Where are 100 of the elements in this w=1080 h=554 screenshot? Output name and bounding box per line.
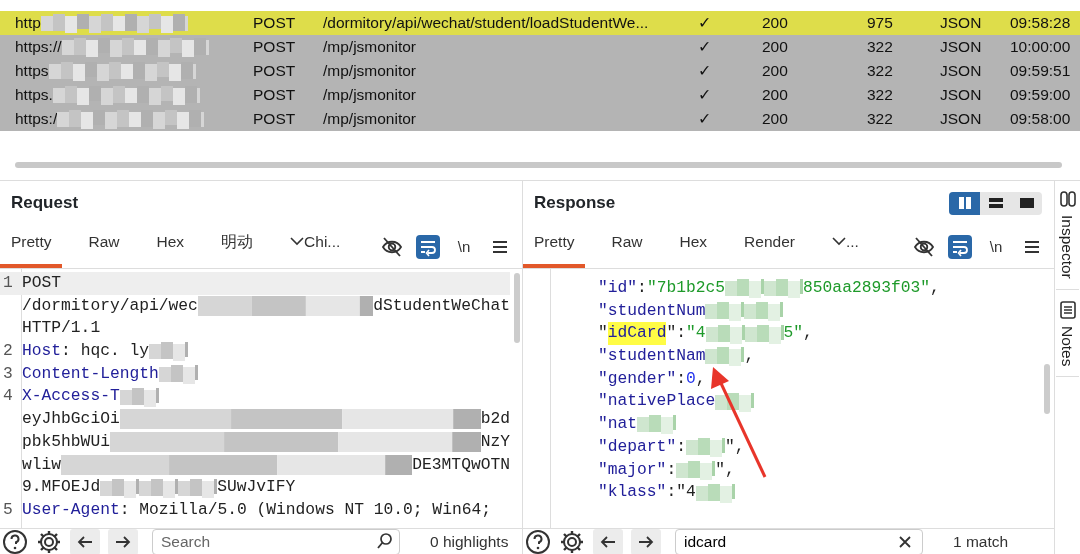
table-cell-text: 200	[762, 85, 789, 106]
search-field[interactable]: idcard	[675, 528, 923, 554]
hide-button[interactable]	[380, 235, 404, 259]
tab[interactable]: Raw	[77, 229, 131, 268]
redaction-blur	[637, 414, 677, 435]
table-cell-text: https.	[15, 85, 53, 106]
side-tab[interactable]: Notes	[1055, 325, 1080, 367]
menu-icon	[1023, 238, 1041, 256]
table-cell-text: /mp/jsmonitor	[323, 85, 418, 106]
settings-icon[interactable]	[559, 528, 585, 554]
search-icon	[376, 531, 394, 550]
scrollbar-thumb[interactable]	[1044, 364, 1050, 414]
code-text: : Mozilla/5.0 (Windows NT 10.0; Win64;	[119, 498, 491, 521]
redaction-blur	[178, 477, 218, 498]
code-text: :	[676, 367, 686, 390]
search-field[interactable]: Search	[152, 528, 400, 554]
tab[interactable]: 明动	[210, 229, 265, 268]
code-text: "7b1b2c5	[646, 277, 726, 299]
redaction-blur	[705, 301, 745, 322]
side-tab[interactable]: Inspector	[1055, 215, 1080, 279]
table-row[interactable]: http POST /dormitory/api/wechat/student/loadStudentWe... ✓ 200 975 JSON 09:58:28	[0, 11, 1080, 35]
redaction-blur	[725, 278, 765, 299]
code-text: :	[676, 435, 686, 458]
table-cell-text: /mp/jsmonitor	[323, 37, 418, 58]
forward-button[interactable]	[108, 528, 138, 554]
line-number: 1	[2, 272, 14, 294]
help-icon[interactable]	[525, 528, 551, 554]
redaction-blur	[744, 301, 784, 322]
redaction-blur	[100, 477, 140, 498]
table-cell-text: 322	[867, 109, 894, 130]
redaction-blur	[705, 346, 745, 367]
code-text: "klass"	[598, 481, 667, 504]
help-icon[interactable]	[2, 528, 28, 554]
tab[interactable]: ...	[820, 229, 870, 268]
hide-button[interactable]	[912, 235, 936, 259]
newline-button[interactable]: \n	[452, 235, 476, 259]
table-cell-text: /dormitory/api/wechat/student/loadStudentWe...	[323, 13, 650, 34]
tab[interactable]: Chi...	[279, 229, 352, 268]
code-text: "4	[685, 322, 706, 345]
code-text: ,	[930, 277, 940, 299]
code-text: "id"	[598, 277, 638, 299]
back-button[interactable]	[70, 528, 100, 554]
code-text: "	[598, 322, 608, 345]
redaction-blur	[715, 391, 755, 412]
tab[interactable]: Pretty	[523, 229, 586, 268]
check-mark: ✓	[698, 109, 712, 130]
code-text: 5"	[783, 322, 804, 345]
table-cell-text: 200	[762, 37, 789, 58]
check-mark: ✓	[698, 61, 712, 82]
tab[interactable]: Hex	[668, 229, 719, 268]
code-text: pbk5hbWUi	[22, 430, 110, 453]
tab[interactable]: Raw	[600, 229, 654, 268]
code-text: NzY	[480, 430, 510, 453]
code-text: dStudentWeChat	[373, 294, 510, 317]
panel-title: Response	[534, 192, 616, 214]
scrollbar-thumb[interactable]	[514, 273, 520, 343]
table-cell-text: 322	[867, 37, 894, 58]
code-text: Content-Length	[22, 362, 159, 385]
table-cell-text: POST	[253, 109, 297, 130]
code-text: ,	[803, 322, 813, 345]
code-text: :	[666, 458, 677, 481]
tab[interactable]: Pretty	[0, 229, 63, 268]
redaction-blur	[695, 482, 735, 503]
code-text: "studentNum	[598, 299, 706, 322]
close-icon	[898, 534, 912, 549]
code-text: ",	[715, 458, 735, 481]
back-button[interactable]	[593, 528, 623, 554]
table-cell-text: JSON	[940, 85, 983, 106]
code-text: Host	[22, 340, 62, 363]
code-text: eyJhbGciOi	[22, 408, 120, 431]
table-row[interactable]: https POST /mp/jsmonitor ✓ 200 322 JSON 09:59:51	[0, 59, 1080, 83]
match-count: 1 match	[953, 531, 1009, 552]
table-row[interactable]: https:/ POST /mp/jsmonitor ✓ 200 322 JSON 09:58:00	[0, 107, 1080, 131]
table-cell-text: 200	[762, 13, 789, 34]
newline-button[interactable]: \n	[984, 235, 1008, 259]
redaction-blur	[149, 341, 189, 362]
redaction-blur	[139, 477, 179, 498]
table-cell-text: POST	[253, 37, 297, 58]
table-cell-text: /mp/jsmonitor	[323, 109, 418, 130]
code-text: POST	[22, 272, 62, 294]
scrollbar[interactable]	[15, 162, 1062, 168]
tab[interactable]: Render	[733, 229, 806, 268]
eye-slash-icon	[381, 236, 403, 258]
wrap-button[interactable]	[416, 235, 440, 259]
code-text: :"4	[666, 481, 696, 504]
table-cell-text: 975	[867, 13, 894, 34]
forward-button[interactable]	[631, 528, 661, 554]
wrap-button[interactable]	[948, 235, 972, 259]
code-text: "gender"	[598, 367, 677, 390]
table-row[interactable]: https:// POST /mp/jsmonitor ✓ 200 322 JSON 10:00:00	[0, 35, 1080, 59]
table-cell-text: 10:00:00	[1010, 37, 1072, 58]
code-text: b2d	[480, 408, 510, 431]
table-cell-text: POST	[253, 13, 297, 34]
table-cell-text: 09:59:00	[1010, 85, 1072, 106]
code-text: "depart"	[598, 435, 677, 458]
code-text: SUwJvIFY	[217, 476, 296, 499]
tab[interactable]: Hex	[145, 229, 196, 268]
table-row[interactable]: https. POST /mp/jsmonitor ✓ 200 322 JSON 09:59:00	[0, 83, 1080, 107]
settings-icon[interactable]	[36, 528, 62, 554]
code-text: 9.MFOEJd	[22, 476, 101, 499]
